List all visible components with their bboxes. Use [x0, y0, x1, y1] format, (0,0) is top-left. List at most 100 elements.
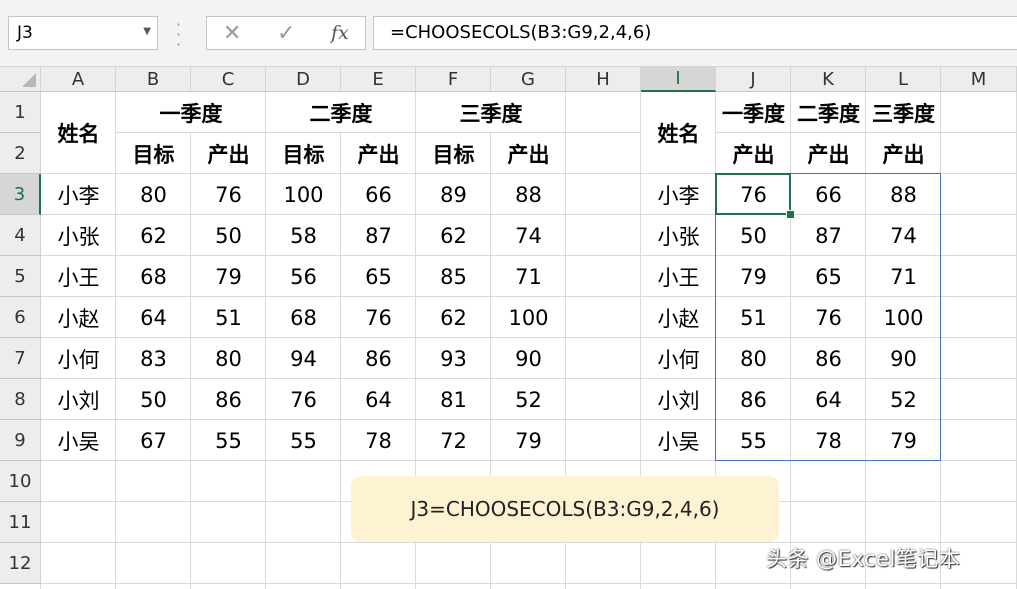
result-header-quarter[interactable]: 一季度: [716, 92, 791, 133]
result-cell-value[interactable]: 71: [866, 256, 941, 297]
row-header-7[interactable]: 7: [0, 338, 41, 379]
cell-value[interactable]: 58: [266, 215, 341, 256]
result-cell-name[interactable]: 小王: [641, 256, 716, 297]
column-header-e[interactable]: E: [341, 67, 416, 92]
drag-handle-icon[interactable]: · · ·: [176, 17, 181, 53]
result-cell-value[interactable]: 87: [791, 215, 866, 256]
column-header-k[interactable]: K: [791, 67, 866, 92]
column-header-d[interactable]: D: [266, 67, 341, 92]
check-icon[interactable]: ✓: [277, 21, 295, 46]
cell-name[interactable]: 小李: [41, 174, 116, 215]
cell-name[interactable]: 小张: [41, 215, 116, 256]
cell-value[interactable]: 50: [116, 379, 191, 420]
result-cell-name[interactable]: 小李: [641, 174, 716, 215]
column-header-c[interactable]: C: [191, 67, 266, 92]
cell-value[interactable]: 67: [116, 420, 191, 461]
cell-value[interactable]: 86: [191, 379, 266, 420]
column-header-f[interactable]: F: [416, 67, 491, 92]
cell-value[interactable]: 72: [416, 420, 491, 461]
cell-value[interactable]: 71: [491, 256, 566, 297]
select-all-icon[interactable]: [22, 73, 36, 87]
cell-value[interactable]: 86: [341, 338, 416, 379]
row-header-3[interactable]: 3: [0, 174, 41, 215]
row-header-9[interactable]: 9: [0, 420, 41, 461]
header-sub[interactable]: 产出: [191, 133, 266, 174]
cell-value[interactable]: 68: [116, 256, 191, 297]
cell-value[interactable]: 90: [491, 338, 566, 379]
cell-value[interactable]: 83: [116, 338, 191, 379]
cell-value[interactable]: 94: [266, 338, 341, 379]
header-sub[interactable]: 目标: [266, 133, 341, 174]
result-cell-value[interactable]: 86: [716, 379, 791, 420]
result-cell-value[interactable]: 50: [716, 215, 791, 256]
cell-value[interactable]: 76: [191, 174, 266, 215]
cell-value[interactable]: 93: [416, 338, 491, 379]
result-cell-value[interactable]: 79: [866, 420, 941, 461]
result-cell-value[interactable]: 78: [791, 420, 866, 461]
result-header-sub[interactable]: 产出: [791, 133, 866, 174]
result-cell-value[interactable]: 66: [791, 174, 866, 215]
header-sub[interactable]: 目标: [416, 133, 491, 174]
cell-value[interactable]: 79: [191, 256, 266, 297]
row-header-10[interactable]: 10: [0, 461, 41, 502]
result-cell-value[interactable]: 74: [866, 215, 941, 256]
header-quarter[interactable]: 二季度: [266, 92, 416, 133]
header-name[interactable]: 姓名: [41, 92, 116, 174]
row-header-6[interactable]: 6: [0, 297, 41, 338]
row-header-1[interactable]: 1: [0, 92, 41, 133]
cell-value[interactable]: 78: [341, 420, 416, 461]
result-cell-value[interactable]: 55: [716, 420, 791, 461]
cell-value[interactable]: 74: [491, 215, 566, 256]
cell-value[interactable]: 100: [491, 297, 566, 338]
cell-value[interactable]: 52: [491, 379, 566, 420]
cell-value[interactable]: 80: [191, 338, 266, 379]
header-quarter[interactable]: 三季度: [416, 92, 566, 133]
row-header-8[interactable]: 8: [0, 379, 41, 420]
column-header-g[interactable]: G: [491, 67, 566, 92]
result-cell-value[interactable]: 51: [716, 297, 791, 338]
result-cell-value[interactable]: 64: [791, 379, 866, 420]
cell-value[interactable]: 79: [491, 420, 566, 461]
result-cell-name[interactable]: 小吴: [641, 420, 716, 461]
result-cell-name[interactable]: 小张: [641, 215, 716, 256]
cell-name[interactable]: 小赵: [41, 297, 116, 338]
result-cell-value[interactable]: 100: [866, 297, 941, 338]
cell-value[interactable]: 62: [416, 215, 491, 256]
result-cell-value[interactable]: 80: [716, 338, 791, 379]
column-header-a[interactable]: A: [41, 67, 116, 92]
result-header-quarter[interactable]: 三季度: [866, 92, 941, 133]
cell-value[interactable]: 87: [341, 215, 416, 256]
column-header-j[interactable]: J: [716, 67, 791, 92]
insert-function-icon[interactable]: fx: [331, 22, 349, 44]
cell-name[interactable]: 小刘: [41, 379, 116, 420]
result-cell-value[interactable]: 52: [866, 379, 941, 420]
result-header-name[interactable]: 姓名: [641, 92, 716, 174]
cell-name[interactable]: 小吴: [41, 420, 116, 461]
row-header-11[interactable]: 11: [0, 502, 41, 543]
cell-value[interactable]: 56: [266, 256, 341, 297]
cell-value[interactable]: 64: [116, 297, 191, 338]
cell-value[interactable]: 88: [491, 174, 566, 215]
cell-name[interactable]: 小何: [41, 338, 116, 379]
row-header-4[interactable]: 4: [0, 215, 41, 256]
cell-value[interactable]: 51: [191, 297, 266, 338]
row-header-12[interactable]: 12: [0, 543, 41, 584]
cell-value[interactable]: 85: [416, 256, 491, 297]
result-cell-name[interactable]: 小刘: [641, 379, 716, 420]
cell-value[interactable]: 50: [191, 215, 266, 256]
fill-handle[interactable]: [786, 210, 795, 219]
column-header-l[interactable]: L: [866, 67, 941, 92]
result-header-quarter[interactable]: 二季度: [791, 92, 866, 133]
select-all-corner[interactable]: [0, 67, 41, 92]
cell-name[interactable]: 小王: [41, 256, 116, 297]
close-icon[interactable]: ✕: [223, 21, 241, 46]
cell-value[interactable]: 76: [266, 379, 341, 420]
active-cell[interactable]: [715, 173, 791, 215]
chevron-down-icon[interactable]: ▼: [143, 26, 151, 37]
result-cell-value[interactable]: 86: [791, 338, 866, 379]
cell-value[interactable]: 68: [266, 297, 341, 338]
result-cell-value[interactable]: 79: [716, 256, 791, 297]
result-cell-value[interactable]: 65: [791, 256, 866, 297]
cell-value[interactable]: 100: [266, 174, 341, 215]
cell-value[interactable]: 64: [341, 379, 416, 420]
